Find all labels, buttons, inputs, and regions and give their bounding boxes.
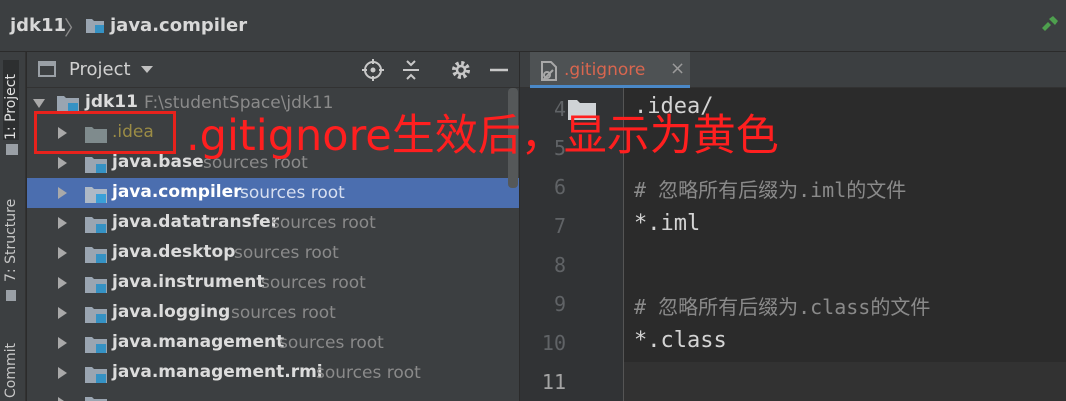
expand-arrow-icon[interactable] [58, 307, 67, 319]
breadcrumb-module[interactable]: java.compiler [110, 15, 247, 36]
module-folder-icon [85, 305, 107, 323]
structure-tool-tab[interactable]: 7: Structure [3, 190, 19, 282]
tool-window-strip: 1: Project 7: Structure Commit [0, 52, 26, 401]
tree-row-java-management[interactable]: java.management sources root [27, 328, 519, 358]
tree-item-suffix: sources root [240, 183, 345, 203]
expand-arrow-icon[interactable] [58, 337, 67, 349]
commit-tool-tab[interactable]: Commit [3, 334, 19, 398]
line-number: 9 [553, 292, 566, 316]
tree-row-java-compiler[interactable]: java.compiler sources root [27, 178, 519, 208]
tree-item-name: java.management [112, 332, 285, 352]
project-view-selector[interactable]: Project [69, 59, 131, 80]
tree-root-name: jdk11 [85, 92, 138, 112]
module-folder-icon [85, 365, 107, 383]
module-folder-icon [85, 185, 107, 203]
navigation-breadcrumb: jdk11 〉 java.compiler [0, 0, 1066, 52]
close-icon[interactable]: × [670, 58, 685, 79]
tab-gitignore[interactable]: .gitignore × [530, 52, 690, 88]
expand-arrow-icon[interactable] [58, 157, 67, 169]
module-folder-icon [85, 335, 107, 353]
tree-item-name: java.datatransfer [112, 212, 280, 232]
collapse-all-icon[interactable] [399, 58, 423, 82]
project-window-icon [38, 61, 56, 77]
line-number: 11 [541, 370, 566, 394]
build-hammer-icon[interactable] [1040, 14, 1060, 34]
module-folder-icon [86, 17, 104, 33]
tree-row-java-management-rmi[interactable]: java.management.rmi sources root [27, 358, 519, 388]
expand-arrow-icon[interactable] [58, 187, 67, 199]
tab-label: .gitignore [564, 60, 646, 80]
module-folder-icon [85, 155, 107, 173]
line-number: 6 [553, 175, 566, 199]
tree-item-name: java.compiler [112, 182, 242, 202]
tree-item-suffix: sources root [234, 243, 339, 263]
comment-line: # 忽略所有后缀为.iml的文件 [634, 178, 907, 202]
expand-arrow-icon[interactable] [58, 277, 67, 289]
comment-line: # 忽略所有后缀为.class的文件 [634, 295, 931, 319]
tree-item-suffix: sources root [271, 213, 376, 233]
module-folder-icon [57, 94, 79, 112]
expand-arrow-icon[interactable] [33, 99, 45, 108]
editor-tab-bar: .gitignore × [520, 52, 1066, 88]
project-panel-header: Project [27, 52, 519, 88]
module-folder-icon [85, 215, 107, 233]
expand-arrow-icon[interactable] [58, 247, 67, 259]
tree-item-name: java.logging [112, 302, 231, 322]
module-folder-icon [85, 275, 107, 293]
project-tool-tab[interactable]: 1: Project [3, 60, 19, 140]
code-line: *.iml [634, 211, 701, 236]
minimize-icon[interactable] [487, 58, 511, 82]
breadcrumb-project[interactable]: jdk11 [10, 15, 66, 36]
tree-item-suffix: sources root [316, 363, 421, 383]
current-line-highlight [624, 362, 1066, 401]
line-number: 10 [541, 331, 566, 355]
tree-row-java-desktop[interactable]: java.desktop sources root [27, 238, 519, 268]
structure-icon [6, 290, 16, 301]
code-line: *.class [634, 328, 727, 353]
tree-row-java-datatransfer[interactable]: java.datatransfer sources root [27, 208, 519, 238]
project-folder-icon [6, 144, 18, 155]
line-number: 7 [553, 214, 566, 238]
tree-item-suffix: sources root [279, 333, 384, 353]
ignore-file-icon [540, 61, 558, 81]
tree-item-name: java.instrument [112, 272, 265, 292]
expand-arrow-icon[interactable] [58, 367, 67, 379]
gear-icon[interactable] [449, 58, 473, 82]
tree-row-partial[interactable] [27, 388, 519, 401]
tree-item-name: java.desktop [112, 242, 236, 262]
annotation-text: .gitignore生效后，显示为黄色 [186, 111, 779, 161]
breadcrumb-separator: 〉 [64, 16, 84, 40]
expand-arrow-icon[interactable] [58, 217, 67, 229]
locate-icon[interactable] [361, 58, 385, 82]
tree-item-suffix: sources root [261, 273, 366, 293]
line-number: 8 [553, 253, 566, 277]
module-folder-icon [85, 395, 107, 401]
expand-arrow-icon[interactable] [58, 397, 67, 401]
annotation-highlight-box [34, 111, 176, 154]
tree-row-java-instrument[interactable]: java.instrument sources root [27, 268, 519, 298]
tree-item-name: java.management.rmi [112, 362, 323, 382]
tree-item-suffix: sources root [231, 303, 336, 323]
module-folder-icon [85, 245, 107, 263]
chevron-down-icon[interactable] [141, 66, 153, 73]
tree-row-java-logging[interactable]: java.logging sources root [27, 298, 519, 328]
